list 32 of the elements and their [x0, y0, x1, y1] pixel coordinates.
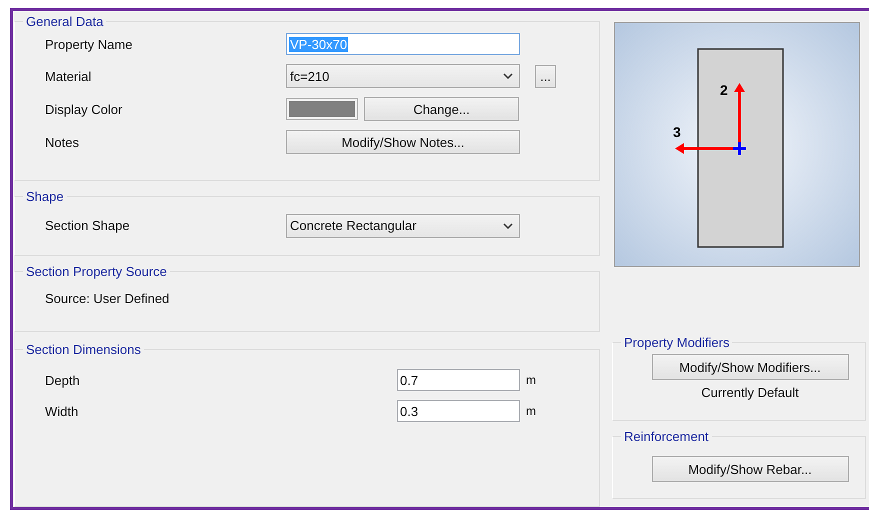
field-label: Section Shape	[45, 218, 131, 234]
field-label: Material	[45, 68, 92, 84]
field-label: Property Name	[45, 36, 134, 52]
section-shape-dropdown[interactable]: Concrete Rectangular	[286, 214, 520, 238]
dropdown-caret-icon	[503, 73, 513, 79]
local-axes-drawing	[675, 83, 746, 155]
dropdown-caret-icon	[503, 222, 513, 229]
material-dropdown[interactable]: fc=210	[286, 64, 520, 88]
dimension-field[interactable]: 0.7	[397, 369, 520, 392]
notes-button[interactable]: Modify/Show Notes...	[286, 130, 520, 154]
group-title: Reinforcement	[623, 429, 710, 444]
axis-label: 2	[720, 82, 728, 98]
group-title: Section Dimensions	[25, 342, 142, 358]
group-title: Property Modifiers	[623, 335, 730, 350]
modify-rebar-button[interactable]: Modify/Show Rebar...	[652, 456, 848, 482]
field-label: Depth	[45, 372, 81, 388]
axis-label: 3	[673, 124, 681, 140]
color-swatch[interactable]	[286, 98, 358, 120]
group-title: Shape	[25, 188, 65, 204]
status-text: Currently Default	[701, 385, 799, 400]
group-title: General Data	[25, 14, 104, 29]
modify-modifiers-button[interactable]: Modify/Show Modifiers...	[652, 354, 848, 380]
field-label: Display Color	[45, 102, 124, 116]
field-label: Width	[45, 404, 80, 419]
unit-label: m	[526, 373, 536, 388]
more-button[interactable]: ...	[535, 64, 556, 88]
dimension-field[interactable]: 0.3	[397, 400, 520, 422]
group-title: Section Property Source	[25, 264, 168, 280]
field-label: Notes	[45, 134, 80, 150]
unit-label: m	[526, 404, 536, 418]
source-text: Source: User Defined	[45, 291, 170, 306]
change-button[interactable]: Change...	[364, 97, 519, 121]
